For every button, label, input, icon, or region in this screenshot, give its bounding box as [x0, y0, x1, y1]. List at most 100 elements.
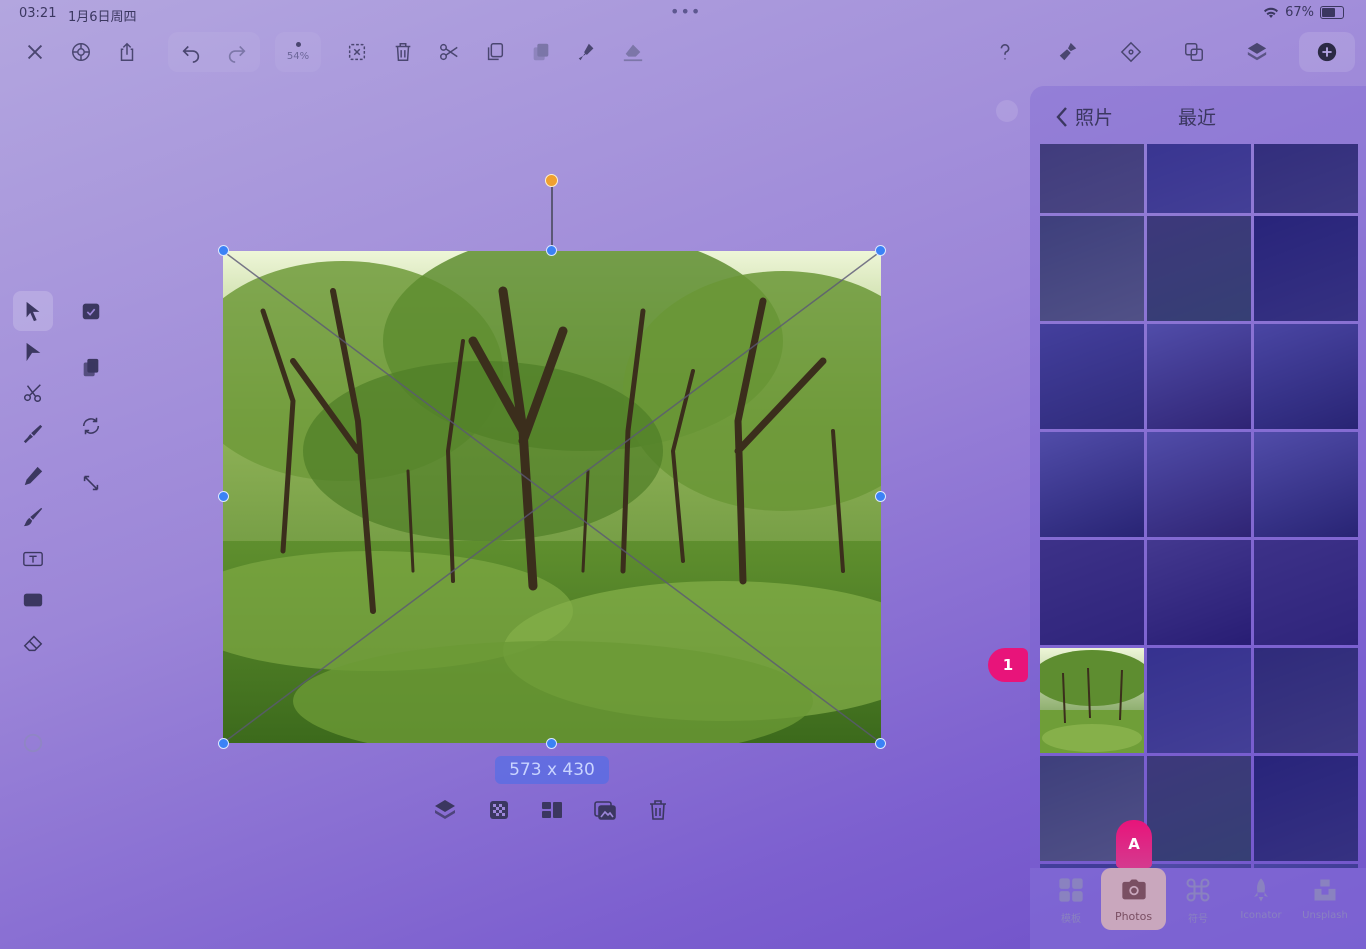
thumbnail-tint — [1040, 432, 1144, 537]
zoom-indicator[interactable]: 54% — [275, 32, 321, 72]
tab-photos[interactable]: Photos — [1101, 868, 1166, 930]
resize-handle-right[interactable] — [875, 491, 886, 502]
copy-icon[interactable] — [472, 32, 518, 72]
panel-back-button[interactable]: 照片 — [1055, 103, 1113, 130]
direct-select-icon[interactable] — [13, 332, 53, 372]
toolbar-right-group — [982, 32, 1355, 72]
panel-title: 最近 — [1178, 107, 1217, 129]
tab-symbols[interactable]: 符号 — [1166, 876, 1230, 925]
photo-thumbnail[interactable] — [1040, 144, 1144, 213]
pen-icon[interactable] — [13, 414, 53, 454]
select-icon[interactable] — [13, 291, 53, 331]
scissors-icon[interactable] — [13, 373, 53, 413]
help-icon[interactable] — [982, 32, 1028, 72]
brush-icon[interactable] — [13, 497, 53, 537]
resize-handle-bottom[interactable] — [546, 738, 557, 749]
replace-image-icon[interactable] — [585, 790, 625, 830]
delete-icon[interactable] — [638, 790, 678, 830]
tab-unsplash[interactable]: Unsplash — [1293, 876, 1357, 921]
mask-icon[interactable] — [71, 291, 111, 331]
brush-tool-icon[interactable] — [1045, 32, 1091, 72]
size-label: 573 x 430 — [495, 756, 609, 784]
photo-grid — [1040, 144, 1358, 868]
photo-thumbnail[interactable] — [1254, 432, 1358, 537]
thumbnail-tint — [1147, 216, 1251, 321]
photo-thumbnail[interactable] — [1254, 144, 1358, 213]
tab-iconator[interactable]: Iconator — [1229, 876, 1293, 921]
shape-icon[interactable] — [13, 580, 53, 620]
transparency-icon[interactable] — [479, 790, 519, 830]
forest-photo — [223, 251, 881, 743]
eraser-icon[interactable] — [13, 623, 53, 663]
rotate-icon[interactable] — [71, 406, 111, 446]
thumbnail-tint — [1254, 324, 1358, 429]
annotation-marker-a: A — [1116, 820, 1152, 868]
photo-thumbnail[interactable] — [1254, 216, 1358, 321]
fill-icon[interactable] — [610, 32, 656, 72]
photo-thumbnail[interactable] — [1040, 540, 1144, 645]
photo-thumbnail[interactable] — [1147, 216, 1251, 321]
photo-thumbnail[interactable] — [1254, 756, 1358, 861]
paste-style-icon[interactable] — [564, 32, 610, 72]
photo-thumbnail[interactable] — [1040, 324, 1144, 429]
canvas-image[interactable] — [223, 251, 881, 743]
text-icon[interactable] — [13, 539, 53, 579]
tab-label: Photos — [1114, 909, 1153, 923]
close-icon[interactable] — [12, 32, 58, 72]
photo-thumbnail[interactable] — [1254, 648, 1358, 753]
layers-icon[interactable] — [1234, 32, 1280, 72]
multitask-dots-icon[interactable]: ••• — [670, 2, 701, 21]
tab-templates[interactable]: 模板 — [1039, 876, 1103, 925]
toolbar-file-group — [12, 32, 150, 72]
photo-thumbnail[interactable] — [1254, 324, 1358, 429]
toolbar-history-group — [168, 32, 260, 72]
battery-percent: 67% — [1285, 5, 1314, 20]
photo-thumbnail[interactable] — [1147, 432, 1251, 537]
undo-icon[interactable] — [168, 32, 214, 72]
deselect-icon[interactable] — [334, 32, 380, 72]
photo-thumbnail[interactable] — [1147, 756, 1251, 861]
resize-icon[interactable] — [71, 463, 111, 503]
resize-handle-bottom-right[interactable] — [875, 738, 886, 749]
boolean-icon[interactable] — [1171, 32, 1217, 72]
settings-icon[interactable] — [58, 32, 104, 72]
photo-thumbnail[interactable] — [1040, 648, 1144, 753]
thumbnail-tint — [1147, 648, 1251, 753]
photo-thumbnail[interactable] — [1147, 648, 1251, 753]
redo-icon[interactable] — [214, 32, 260, 72]
color-well-icon[interactable] — [13, 723, 53, 763]
thumbnail-tint — [1040, 144, 1144, 213]
photo-thumbnail[interactable] — [1147, 540, 1251, 645]
photo-thumbnail[interactable] — [1254, 540, 1358, 645]
scissors-icon[interactable] — [426, 32, 472, 72]
photo-thumbnail[interactable] — [1147, 144, 1251, 213]
battery-icon — [1320, 6, 1344, 19]
photo-thumbnail[interactable] — [1040, 216, 1144, 321]
command-icon — [1186, 878, 1210, 902]
unsplash-icon — [1314, 879, 1336, 901]
add-icon[interactable] — [1299, 32, 1355, 72]
resize-handle-top-right[interactable] — [875, 245, 886, 256]
photo-thumbnail[interactable] — [1147, 324, 1251, 429]
photo-thumbnail[interactable] — [1040, 432, 1144, 537]
split-icon[interactable] — [532, 790, 572, 830]
wifi-icon — [1264, 7, 1279, 18]
grid-icon — [1059, 878, 1083, 902]
thumbnail-tint — [1147, 324, 1251, 429]
snap-icon[interactable] — [1108, 32, 1154, 72]
toolbar-edit-group — [334, 32, 656, 72]
resize-handle-top-left[interactable] — [218, 245, 229, 256]
resize-handle-bottom-left[interactable] — [218, 738, 229, 749]
thumbnail-tint — [1254, 144, 1358, 213]
pencil-icon[interactable] — [13, 456, 53, 496]
rotate-handle[interactable] — [545, 174, 558, 187]
resize-handle-left[interactable] — [218, 491, 229, 502]
resize-handle-top[interactable] — [546, 245, 557, 256]
paste-icon[interactable] — [518, 32, 564, 72]
rocket-icon — [1254, 878, 1268, 902]
camera-icon — [1121, 879, 1146, 899]
duplicate-icon[interactable] — [71, 348, 111, 388]
share-icon[interactable] — [104, 32, 150, 72]
arrange-icon[interactable] — [425, 790, 465, 830]
trash-icon[interactable] — [380, 32, 426, 72]
